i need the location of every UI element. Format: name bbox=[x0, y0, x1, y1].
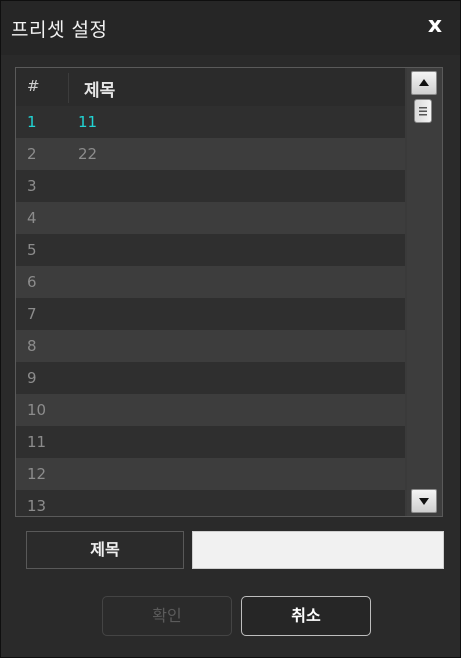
title-input[interactable] bbox=[192, 531, 444, 569]
scroll-up-button[interactable] bbox=[411, 71, 437, 95]
list-row[interactable]: 8 bbox=[16, 330, 405, 362]
scroll-thumb[interactable] bbox=[414, 99, 432, 123]
list-rows: 1 11 2 22 3 4 5 6 7 8 9 10 11 12 13 bbox=[16, 106, 405, 516]
list-row[interactable]: 1 11 bbox=[16, 106, 405, 138]
list-row[interactable]: 5 bbox=[16, 234, 405, 266]
list-header: # 제목 bbox=[16, 68, 405, 106]
row-number: 2 bbox=[27, 145, 37, 163]
row-title: 22 bbox=[78, 145, 98, 163]
row-title: 11 bbox=[78, 113, 98, 131]
row-number: 6 bbox=[27, 273, 37, 291]
preset-list: # 제목 1 11 2 22 3 4 5 6 7 8 9 10 11 12 13 bbox=[15, 67, 443, 517]
list-row[interactable]: 2 22 bbox=[16, 138, 405, 170]
list-row[interactable]: 11 bbox=[16, 426, 405, 458]
row-number: 4 bbox=[27, 209, 37, 227]
list-row[interactable]: 10 bbox=[16, 394, 405, 426]
ok-button[interactable]: 확인 bbox=[102, 596, 232, 636]
list-row[interactable]: 4 bbox=[16, 202, 405, 234]
vertical-scrollbar[interactable] bbox=[407, 68, 442, 516]
row-number: 1 bbox=[27, 113, 37, 131]
preset-settings-dialog: 프리셋 설정 x # 제목 1 11 2 22 3 4 5 6 7 8 9 10 11 12 13 제목 확… bbox=[0, 0, 461, 658]
title-label: 제목 bbox=[26, 531, 184, 569]
list-row[interactable]: 6 bbox=[16, 266, 405, 298]
row-number: 3 bbox=[27, 177, 37, 195]
column-header-title[interactable]: 제목 bbox=[84, 76, 115, 101]
list-row[interactable]: 9 bbox=[16, 362, 405, 394]
row-number: 5 bbox=[27, 241, 37, 259]
arrow-down-icon bbox=[419, 498, 429, 505]
list-row[interactable]: 12 bbox=[16, 458, 405, 490]
scroll-down-button[interactable] bbox=[411, 489, 437, 513]
list-row[interactable]: 3 bbox=[16, 170, 405, 202]
close-button[interactable]: x bbox=[424, 15, 446, 37]
row-number: 7 bbox=[27, 305, 37, 323]
dialog-title: 프리셋 설정 bbox=[11, 19, 108, 41]
row-number: 13 bbox=[27, 497, 47, 515]
title-bar: 프리셋 설정 x bbox=[1, 1, 460, 55]
column-separator bbox=[68, 73, 69, 103]
list-row[interactable]: 7 bbox=[16, 298, 405, 330]
arrow-up-icon bbox=[419, 79, 429, 86]
row-number: 12 bbox=[27, 465, 47, 483]
row-number: 11 bbox=[27, 433, 47, 451]
list-row[interactable]: 13 bbox=[16, 490, 405, 516]
grip-icon bbox=[419, 107, 427, 116]
row-number: 9 bbox=[27, 369, 37, 387]
cancel-button[interactable]: 취소 bbox=[241, 596, 371, 636]
column-header-number[interactable]: # bbox=[27, 77, 40, 95]
row-number: 10 bbox=[27, 401, 47, 419]
row-number: 8 bbox=[27, 337, 37, 355]
